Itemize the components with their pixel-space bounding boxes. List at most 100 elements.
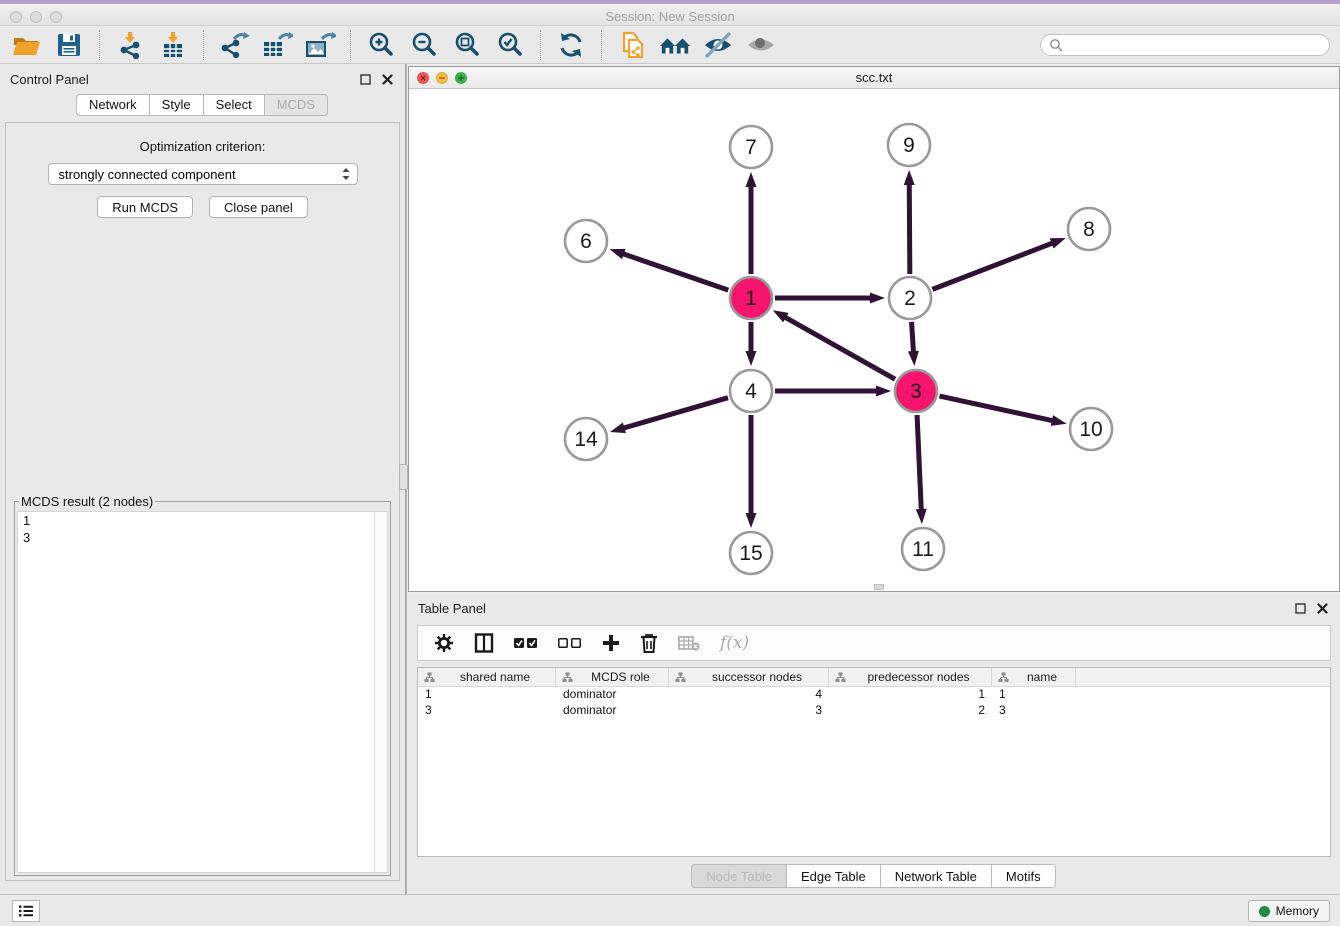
result-scrollbar[interactable]	[374, 512, 387, 872]
export-network-icon[interactable]	[218, 30, 250, 60]
float-table-panel-icon[interactable]	[1292, 600, 1308, 616]
table-panel: Table Panel	[408, 595, 1340, 894]
zoom-in-icon[interactable]	[365, 30, 397, 60]
graph-edge-4-14[interactable]	[622, 398, 727, 429]
close-panel-button[interactable]: Close panel	[209, 196, 308, 218]
table-row[interactable]: 1dominator411	[418, 687, 1330, 703]
column-header-filler	[1076, 668, 1330, 686]
toolbar-separator	[203, 30, 204, 60]
table-cell: dominator	[556, 687, 669, 703]
application-window: Session: New Session	[0, 0, 1340, 926]
table-header-row: shared nameMCDS rolesuccessor nodesprede…	[418, 668, 1330, 687]
table-cell: 1	[992, 687, 1076, 703]
tab-style[interactable]: Style	[149, 94, 204, 116]
list-icon	[18, 904, 34, 918]
graph-edge-arrowhead	[916, 509, 927, 524]
column-header-MCDS-role[interactable]: MCDS role	[556, 668, 669, 686]
zoom-fit-icon[interactable]	[451, 30, 483, 60]
toolbar-separator	[601, 30, 602, 60]
graph-edge-2-8[interactable]	[932, 243, 1053, 290]
control-panel: Control Panel NetworkStyleSelectMCDS Opt…	[0, 64, 405, 894]
tab-node-table[interactable]: Node Table	[691, 864, 787, 888]
node-table: shared nameMCDS rolesuccessor nodesprede…	[417, 667, 1331, 857]
float-panel-icon[interactable]	[357, 71, 373, 87]
tab-mcds[interactable]: MCDS	[264, 94, 328, 116]
run-mcds-button[interactable]: Run MCDS	[97, 196, 193, 218]
zoom-selected-icon[interactable]	[494, 30, 526, 60]
graph-node-label: 9	[903, 134, 915, 157]
optimization-criterion-label: Optimization criterion:	[6, 139, 399, 154]
table-settings-icon[interactable]	[434, 633, 454, 653]
tab-motifs[interactable]: Motifs	[991, 864, 1056, 888]
table-cell: 2	[829, 703, 992, 719]
open-session-icon[interactable]	[10, 30, 42, 60]
delete-column-icon[interactable]	[640, 633, 658, 653]
close-panel-icon[interactable]	[379, 71, 395, 87]
graph-node-label: 8	[1083, 218, 1095, 241]
network-canvas[interactable]: 7968124314101511	[409, 89, 1339, 591]
canvas-splitter-grip[interactable]	[874, 584, 884, 590]
graph-edge-2-3[interactable]	[912, 322, 914, 353]
add-column-icon[interactable]	[602, 634, 620, 652]
graph-edge-arrowhead	[870, 293, 885, 304]
refresh-icon[interactable]	[555, 30, 587, 60]
search-input[interactable]	[1068, 38, 1321, 52]
graph-node-label: 10	[1079, 418, 1102, 441]
table-cell: 3	[992, 703, 1076, 719]
tab-select[interactable]: Select	[203, 94, 265, 116]
table-cell: dominator	[556, 703, 669, 719]
column-header-name[interactable]: name	[992, 668, 1076, 686]
graph-node-label: 7	[745, 136, 757, 159]
hide-selected-icon[interactable]	[702, 30, 734, 60]
close-table-panel-icon[interactable]	[1314, 600, 1330, 616]
show-columns-icon[interactable]	[474, 633, 494, 653]
graph-edge-3-11[interactable]	[917, 415, 921, 511]
save-session-icon[interactable]	[53, 30, 85, 60]
optimization-criterion-select[interactable]: strongly connected component	[48, 163, 358, 185]
table-tabs: Node TableEdge TableNetwork TableMotifs	[408, 864, 1340, 888]
graph-node-label: 4	[745, 380, 757, 403]
table-cell: 3	[669, 703, 829, 719]
copy-network-icon[interactable]	[616, 30, 648, 60]
graph-node-label: 6	[580, 230, 592, 253]
table-cell: 1	[418, 687, 556, 703]
column-header-predecessor-nodes[interactable]: predecessor nodes	[829, 668, 992, 686]
graph-node-label: 1	[745, 287, 757, 310]
import-table-icon[interactable]	[157, 30, 189, 60]
graph-edge-arrowhead	[1051, 415, 1067, 426]
export-table-icon[interactable]	[261, 30, 293, 60]
graph-edge-1-6[interactable]	[622, 253, 728, 290]
search-box[interactable]	[1040, 34, 1330, 56]
zoom-out-icon[interactable]	[408, 30, 440, 60]
graph-edge-arrowhead	[746, 351, 757, 366]
titlebar: Session: New Session	[0, 0, 1340, 26]
show-selected-icon[interactable]	[745, 30, 777, 60]
toolbar-separator	[350, 30, 351, 60]
column-header-shared-name[interactable]: shared name	[418, 668, 556, 686]
memory-button[interactable]: Memory	[1248, 900, 1330, 922]
table-cell: 1	[829, 687, 992, 703]
column-header-label: name	[1015, 670, 1069, 684]
graph-node-label: 11	[912, 538, 934, 561]
task-history-button[interactable]	[12, 900, 40, 922]
tab-network[interactable]: Network	[76, 94, 150, 116]
network-window-titlebar[interactable]: scc.txt	[409, 67, 1339, 89]
import-network-icon[interactable]	[114, 30, 146, 60]
select-all-icon[interactable]	[514, 637, 538, 649]
graph-edge-3-1[interactable]	[784, 317, 895, 380]
function-builder-icon: f(x)	[720, 633, 749, 653]
show-all-networks-icon[interactable]	[659, 30, 691, 60]
result-line: 1	[18, 512, 387, 529]
export-image-icon[interactable]	[304, 30, 336, 60]
table-row[interactable]: 3dominator323	[418, 703, 1330, 719]
mcds-panel: Optimization criterion: strongly connect…	[5, 122, 400, 881]
graph-edge-3-10[interactable]	[939, 396, 1053, 421]
mcds-result-list[interactable]: 13	[17, 511, 388, 873]
graph-edge-2-9[interactable]	[909, 183, 910, 274]
tab-edge-table[interactable]: Edge Table	[786, 864, 881, 888]
graph-edge-arrowhead	[908, 351, 919, 366]
deselect-all-icon[interactable]	[558, 637, 582, 649]
tab-network-table[interactable]: Network Table	[880, 864, 992, 888]
column-header-successor-nodes[interactable]: successor nodes	[669, 668, 829, 686]
window-title: Session: New Session	[0, 9, 1340, 24]
